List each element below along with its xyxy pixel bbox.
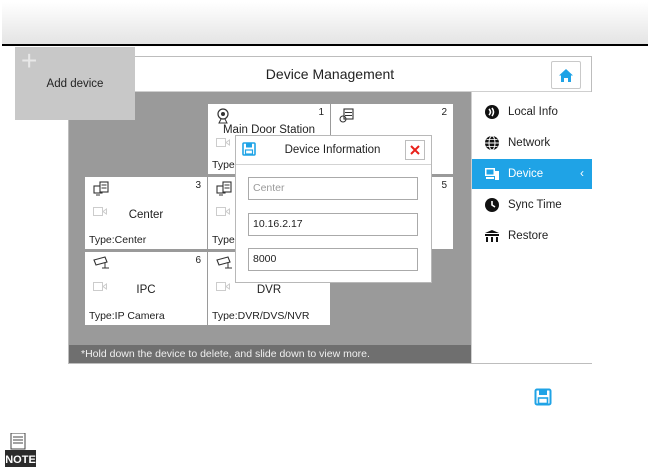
device-number: 1: [318, 107, 324, 118]
local-info-icon: [484, 104, 500, 120]
clock-icon: [484, 197, 500, 213]
sidebar-item-restore[interactable]: Restore: [472, 221, 592, 251]
home-icon: [559, 68, 573, 82]
device-type: Type: [212, 159, 235, 171]
device-number: 6: [195, 255, 201, 266]
sidebar-item-sync-time[interactable]: Sync Time: [472, 190, 592, 220]
add-device-label: Add device: [46, 78, 104, 90]
save-icon: [242, 142, 256, 156]
dialog-header: Device Information: [236, 136, 431, 165]
device-name: Center: [128, 209, 164, 221]
settings-sidebar: Local Info Network Device ‹ Sync Time Re…: [471, 92, 592, 363]
sidebar-item-label: Device: [508, 168, 544, 180]
camera-icon: [216, 207, 230, 216]
device-number: 3: [195, 180, 201, 191]
restore-icon: [484, 228, 500, 244]
save-icon: [534, 388, 552, 411]
close-button[interactable]: [405, 140, 425, 160]
close-icon: [410, 145, 420, 155]
home-button[interactable]: [551, 61, 581, 89]
device-icon: [484, 166, 500, 182]
server-icon: [339, 108, 355, 127]
sidebar-item-label: Network: [508, 137, 551, 149]
device-type: Type: [212, 234, 235, 246]
sidebar-item-label: Restore: [508, 230, 549, 242]
sidebar-item-local-info[interactable]: Local Info: [472, 97, 592, 127]
page-title: Device Management: [69, 57, 591, 92]
device-tile-ipc[interactable]: 6 IPC Type:IP Camera: [85, 252, 207, 325]
ip-camera-icon: [216, 256, 234, 273]
note-label: NOTE: [5, 454, 36, 466]
center-monitor-icon: [93, 181, 109, 200]
sidebar-item-label: Local Info: [508, 106, 558, 118]
device-name: IPC: [136, 284, 156, 296]
center-monitor-icon: [216, 181, 232, 200]
add-device-tile[interactable]: + Add device: [15, 45, 135, 120]
ip-camera-icon: [93, 256, 111, 273]
note-icon: NOTE: [5, 432, 36, 467]
dialog-title: Device Information: [284, 144, 381, 156]
device-name: DVR: [256, 284, 282, 296]
save-button[interactable]: [242, 142, 256, 161]
sidebar-item-network[interactable]: Network: [472, 128, 592, 158]
sidebar-item-device[interactable]: Device ‹: [472, 159, 592, 189]
camera-icon: [216, 138, 230, 147]
device-number: 5: [441, 180, 447, 191]
status-hint: *Hold down the device to delete, and sli…: [69, 345, 471, 363]
device-type: Type:Center: [89, 234, 147, 246]
device-tile-center[interactable]: 3 Center Type:Center: [85, 177, 207, 249]
document-header-bar: [2, 2, 648, 46]
sidebar-item-label: Sync Time: [508, 199, 562, 211]
device-number: 2: [441, 107, 447, 118]
plus-icon: +: [21, 45, 38, 76]
ip-address-input[interactable]: 10.16.2.17: [248, 213, 418, 236]
port-input[interactable]: 8000: [248, 248, 418, 271]
device-name-input[interactable]: Center: [248, 177, 418, 200]
device-type: Type:IP Camera: [89, 310, 165, 322]
device-information-dialog: Device Information Center 10.16.2.17 800…: [235, 135, 432, 283]
globe-icon: [484, 135, 500, 151]
chevron-left-icon: ‹: [580, 166, 584, 180]
device-type: Type:DVR/DVS/NVR: [212, 310, 310, 322]
